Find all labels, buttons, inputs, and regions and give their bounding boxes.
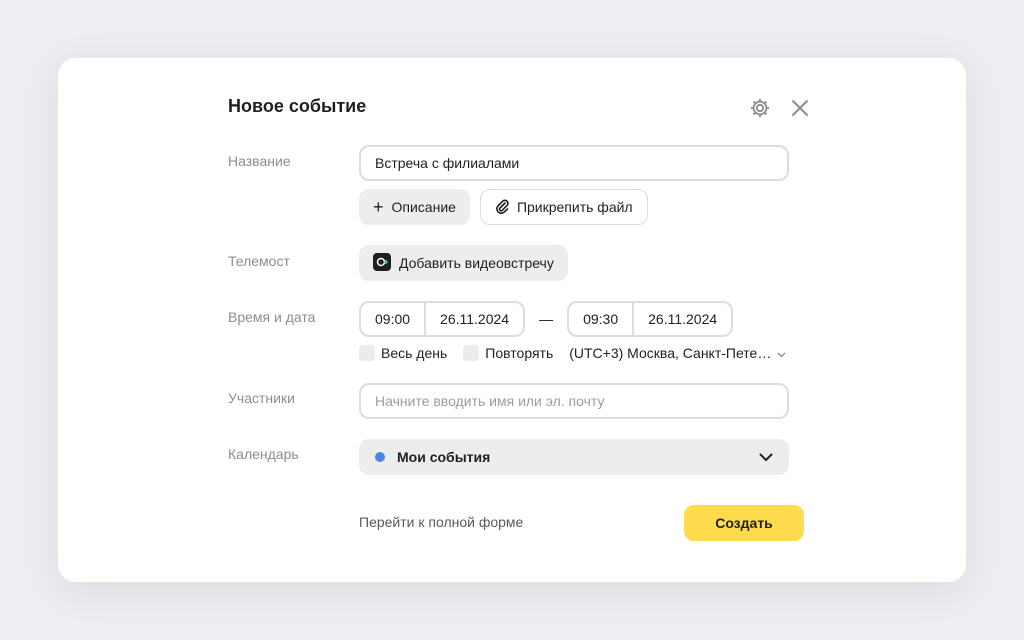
name-actions: + Описание Прикрепить файл — [359, 189, 789, 225]
timezone-value: (UTC+3) Москва, Санкт-Пете… — [569, 345, 772, 361]
calendar-selected-label: Мои события — [397, 449, 491, 465]
telemost-field-group: Добавить видеовстречу — [359, 245, 568, 281]
calendar-label: Календарь — [228, 446, 299, 462]
datetime-options: Весь день Повторять (UTC+3) Москва, Санк… — [359, 345, 786, 361]
start-datetime: 09:00 26.11.2024 — [359, 301, 526, 337]
close-icon[interactable] — [788, 96, 812, 120]
range-separator: — — [539, 311, 554, 327]
telemost-label: Телемост — [228, 253, 290, 269]
name-field-group: Встреча с филиалами + Описание Прикрепит… — [359, 145, 789, 225]
dialog-title: Новое событие — [228, 96, 367, 116]
dialog-content: Новое событие Название Встреча с филиала… — [228, 58, 808, 582]
all-day-checkbox[interactable] — [359, 345, 375, 361]
repeat-label: Повторять — [485, 345, 554, 361]
telemost-icon — [373, 252, 391, 274]
all-day-checkbox-row[interactable]: Весь день — [359, 345, 447, 361]
add-video-meeting-label: Добавить видеовстречу — [399, 255, 554, 271]
start-time-input[interactable]: 09:00 — [361, 303, 424, 335]
end-date-input[interactable]: 26.11.2024 — [632, 303, 731, 335]
full-form-link[interactable]: Перейти к полной форме — [359, 514, 523, 530]
create-button[interactable]: Создать — [684, 505, 804, 541]
event-name-input[interactable]: Встреча с филиалами — [359, 145, 789, 181]
repeat-checkbox-row[interactable]: Повторять — [463, 345, 553, 361]
all-day-label: Весь день — [381, 345, 448, 361]
name-label: Название — [228, 153, 291, 169]
attach-file-label: Прикрепить файл — [516, 199, 633, 215]
add-description-label: Описание — [391, 199, 456, 215]
header-actions — [748, 96, 812, 120]
add-description-button[interactable]: + Описание — [359, 189, 470, 225]
repeat-checkbox[interactable] — [463, 345, 480, 361]
end-datetime: 09:30 26.11.2024 — [567, 301, 734, 337]
time-range: 09:00 26.11.2024 — 09:30 26.11.2024 — [359, 301, 786, 337]
calendar-color-dot — [375, 452, 385, 462]
participants-placeholder: Начните вводить имя или эл. почту — [375, 393, 605, 409]
gear-icon[interactable] — [748, 96, 772, 120]
add-video-meeting-button[interactable]: Добавить видеовстречу — [359, 245, 568, 281]
datetime-field-group: 09:00 26.11.2024 — 09:30 26.11.2024 Весь… — [359, 301, 786, 361]
timezone-select[interactable]: (UTC+3) Москва, Санкт-Пете… — [569, 345, 786, 361]
paperclip-icon — [495, 198, 509, 217]
calendar-select[interactable]: Мои события — [359, 439, 789, 475]
chevron-down-icon — [759, 449, 773, 465]
plus-icon: + — [373, 197, 384, 217]
attach-file-button[interactable]: Прикрепить файл — [479, 189, 648, 225]
calendar-field-group: Мои события — [359, 439, 789, 475]
end-time-input[interactable]: 09:30 — [569, 303, 632, 335]
start-date-input[interactable]: 26.11.2024 — [424, 303, 523, 335]
calendar-selected: Мои события — [375, 449, 490, 465]
participants-label: Участники — [228, 390, 295, 406]
chevron-down-icon — [777, 345, 786, 361]
new-event-dialog: Новое событие Название Встреча с филиала… — [58, 58, 966, 582]
participants-input[interactable]: Начните вводить имя или эл. почту — [359, 383, 789, 419]
datetime-label: Время и дата — [228, 309, 316, 325]
participants-field-group: Начните вводить имя или эл. почту — [359, 383, 789, 419]
